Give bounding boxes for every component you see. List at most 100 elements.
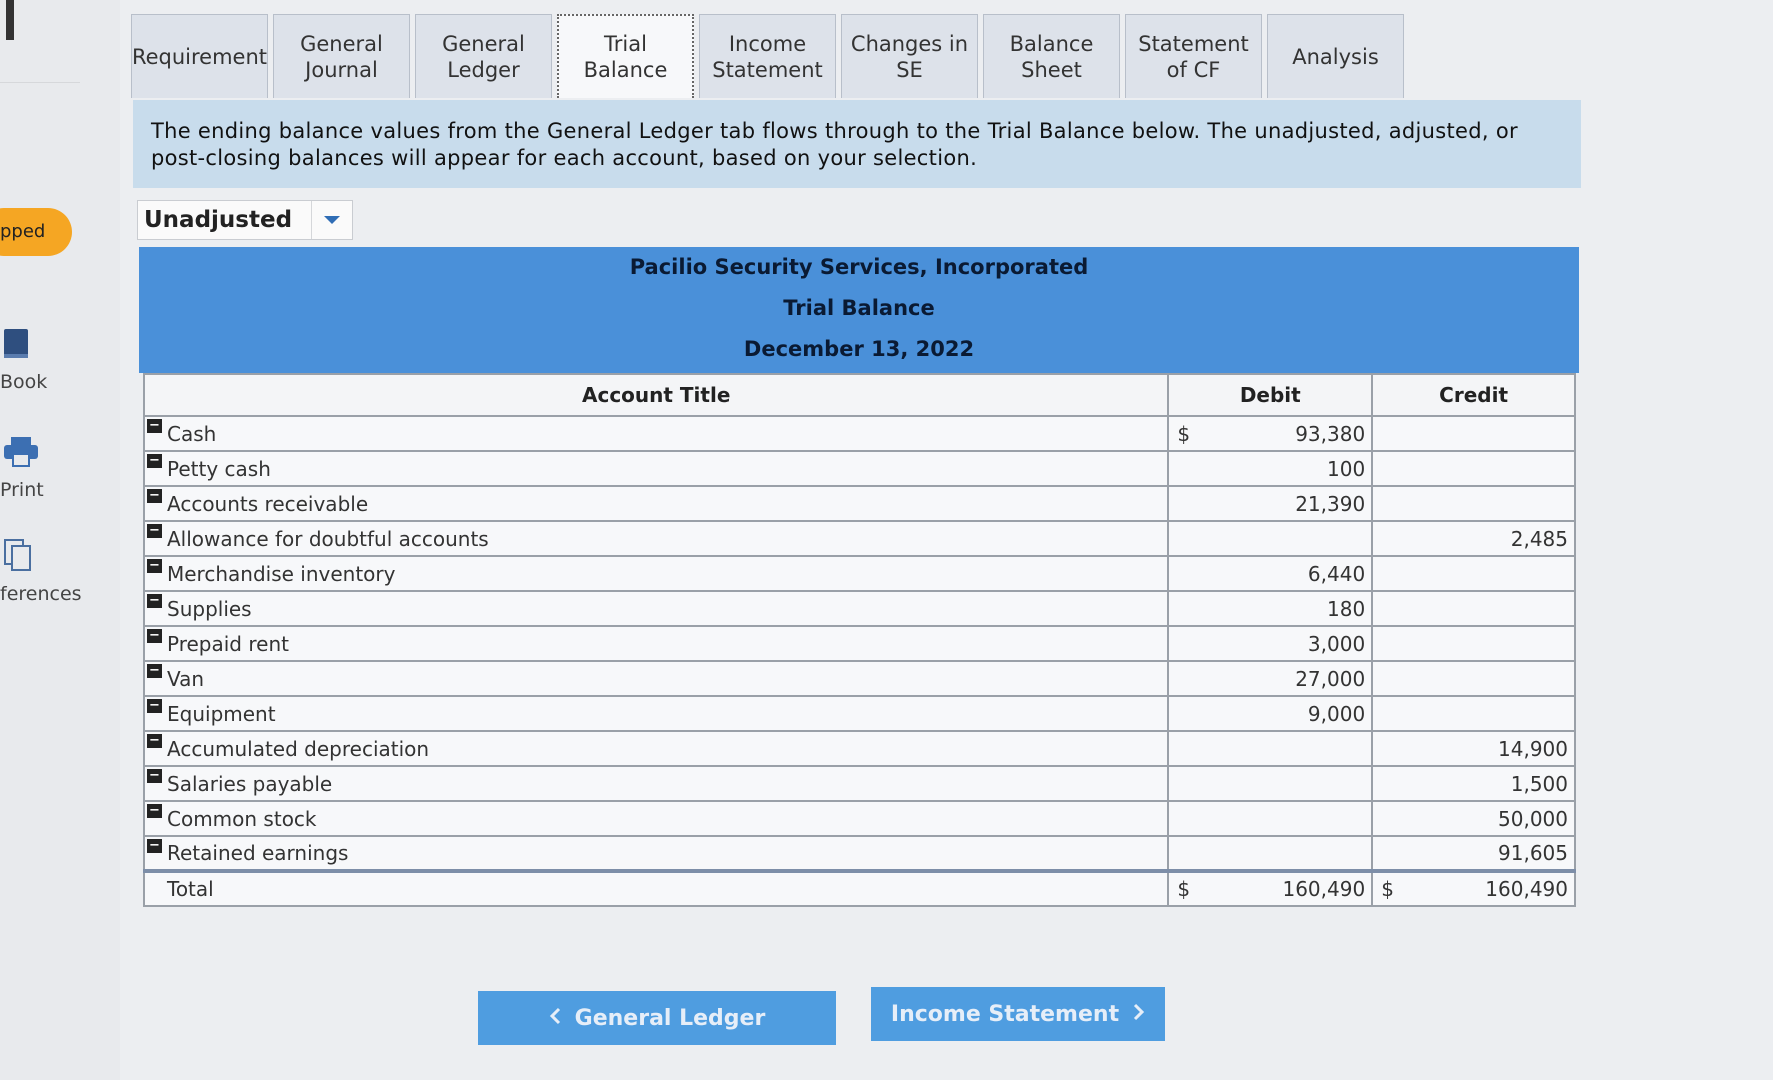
currency-symbol: $ xyxy=(1177,421,1191,446)
collapse-icon[interactable]: − xyxy=(147,454,162,468)
account-name: Petty cash xyxy=(167,456,271,481)
prev-button-label: General Ledger xyxy=(574,1005,766,1031)
collapse-icon[interactable]: − xyxy=(147,804,162,818)
credit-cell xyxy=(1371,660,1576,697)
chevron-left-icon xyxy=(549,1006,561,1031)
account-name: Allowance for doubtful accounts xyxy=(167,526,489,551)
credit-cell: 91,605 xyxy=(1371,835,1576,872)
total-label-cell: Total xyxy=(142,869,1170,907)
trial-balance-table: Account Title Debit Credit − Cash $93,380… xyxy=(142,373,1576,907)
credit-value: 1,500 xyxy=(1510,771,1568,796)
account-name: Prepaid rent xyxy=(167,631,289,656)
credit-cell xyxy=(1371,450,1576,487)
balance-type-select[interactable]: Unadjusted xyxy=(137,200,353,240)
credit-value: 14,900 xyxy=(1498,736,1568,761)
rail-top-marker xyxy=(6,0,14,40)
collapse-icon[interactable]: − xyxy=(147,559,162,573)
total-debit-value: 160,490 xyxy=(1282,877,1366,901)
account-cell: − Common stock xyxy=(142,800,1170,837)
account-name: Van xyxy=(167,666,205,691)
collapse-icon[interactable]: − xyxy=(147,594,162,608)
table-row: − Accounts receivable 21,390 xyxy=(142,485,1576,522)
tab-analysis[interactable]: Analysis xyxy=(1267,14,1404,98)
account-cell: − Cash xyxy=(142,415,1170,452)
account-cell: − Petty cash xyxy=(142,450,1170,487)
credit-cell: 2,485 xyxy=(1371,520,1576,557)
debit-cell: $93,380 xyxy=(1167,415,1374,452)
tab-statement-of-cf[interactable]: Statement of CF xyxy=(1125,14,1262,98)
total-debit-cell: $160,490 xyxy=(1167,869,1374,907)
collapse-icon[interactable]: − xyxy=(147,699,162,713)
chevron-right-icon xyxy=(1133,1002,1145,1027)
collapse-icon[interactable]: − xyxy=(147,524,162,538)
total-row: Total $160,490 $160,490 xyxy=(142,869,1576,907)
debit-value: 100 xyxy=(1327,456,1366,481)
table-row: − Allowance for doubtful accounts 2,485 xyxy=(142,520,1576,557)
credit-cell xyxy=(1371,485,1576,522)
credit-cell xyxy=(1371,415,1576,452)
credit-header: Credit xyxy=(1371,373,1576,417)
account-cell: − Van xyxy=(142,660,1170,697)
credit-value: 91,605 xyxy=(1498,841,1568,865)
account-name: Accumulated depreciation xyxy=(167,736,430,761)
account-cell: − Accounts receivable xyxy=(142,485,1170,522)
credit-cell xyxy=(1371,625,1576,662)
table-row: − Common stock 50,000 xyxy=(142,800,1576,837)
tab-income-statement[interactable]: Income Statement xyxy=(699,14,836,98)
credit-value: 2,485 xyxy=(1510,526,1568,551)
account-name: Cash xyxy=(167,421,217,446)
collapse-icon[interactable]: − xyxy=(147,664,162,678)
references-button[interactable]: ferences xyxy=(0,538,82,605)
debit-value: 3,000 xyxy=(1307,631,1366,656)
book-icon xyxy=(2,328,80,365)
collapse-icon[interactable]: − xyxy=(147,769,162,783)
table-row: − Salaries payable 1,500 xyxy=(142,765,1576,802)
collapse-icon[interactable]: − xyxy=(147,734,162,748)
account-cell: − Prepaid rent xyxy=(142,625,1170,662)
debit-cell xyxy=(1167,730,1374,767)
debit-cell xyxy=(1167,835,1374,872)
report-title: Trial Balance xyxy=(783,296,935,320)
account-cell: − Allowance for doubtful accounts xyxy=(142,520,1170,557)
report-date: December 13, 2022 xyxy=(743,337,975,361)
debit-value: 9,000 xyxy=(1307,701,1366,726)
instructions-panel: The ending balance values from the Gener… xyxy=(133,100,1581,188)
print-label: Print xyxy=(0,479,44,501)
credit-cell: 14,900 xyxy=(1371,730,1576,767)
tab-trial-balance[interactable]: Trial Balance xyxy=(557,14,694,98)
tab-balance-sheet[interactable]: Balance Sheet xyxy=(983,14,1120,98)
ebook-button[interactable]: Book xyxy=(0,328,80,393)
print-button[interactable]: Print xyxy=(0,436,80,501)
debit-value: 6,440 xyxy=(1307,561,1366,586)
next-income-statement-button[interactable]: Income Statement xyxy=(871,987,1165,1041)
next-button-label: Income Statement xyxy=(890,1001,1120,1027)
debit-value: 93,380 xyxy=(1295,421,1366,446)
table-row: − Equipment 9,000 xyxy=(142,695,1576,732)
collapse-icon[interactable]: − xyxy=(147,419,162,433)
tab-general-journal[interactable]: General Journal xyxy=(273,14,410,98)
debit-cell: 9,000 xyxy=(1167,695,1374,732)
skipped-badge[interactable]: pped xyxy=(0,208,72,256)
table-row: − Prepaid rent 3,000 xyxy=(142,625,1576,662)
collapse-icon[interactable]: − xyxy=(147,839,162,853)
account-name: Supplies xyxy=(167,596,252,621)
debit-cell: 100 xyxy=(1167,450,1374,487)
references-label: ferences xyxy=(0,583,82,605)
total-credit-value: 160,490 xyxy=(1485,877,1568,901)
account-title-header: Account Title xyxy=(142,373,1170,417)
prev-general-ledger-button[interactable]: General Ledger xyxy=(478,991,836,1045)
collapse-icon[interactable]: − xyxy=(147,489,162,503)
debit-value: 27,000 xyxy=(1295,666,1366,691)
table-row: − Supplies 180 xyxy=(142,590,1576,627)
debit-header: Debit xyxy=(1167,373,1374,417)
collapse-icon[interactable]: − xyxy=(147,629,162,643)
account-name: Retained earnings xyxy=(167,841,349,865)
ebook-label: Book xyxy=(0,371,48,393)
account-cell: − Equipment xyxy=(142,695,1170,732)
debit-cell: 21,390 xyxy=(1167,485,1374,522)
tab-changes-in-se[interactable]: Changes in SE xyxy=(841,14,978,98)
tab-general-ledger[interactable]: General Ledger xyxy=(415,14,552,98)
table-header-row: Account Title Debit Credit xyxy=(142,373,1576,417)
debit-cell: 6,440 xyxy=(1167,555,1374,592)
tab-requirement[interactable]: Requirement xyxy=(131,14,268,98)
